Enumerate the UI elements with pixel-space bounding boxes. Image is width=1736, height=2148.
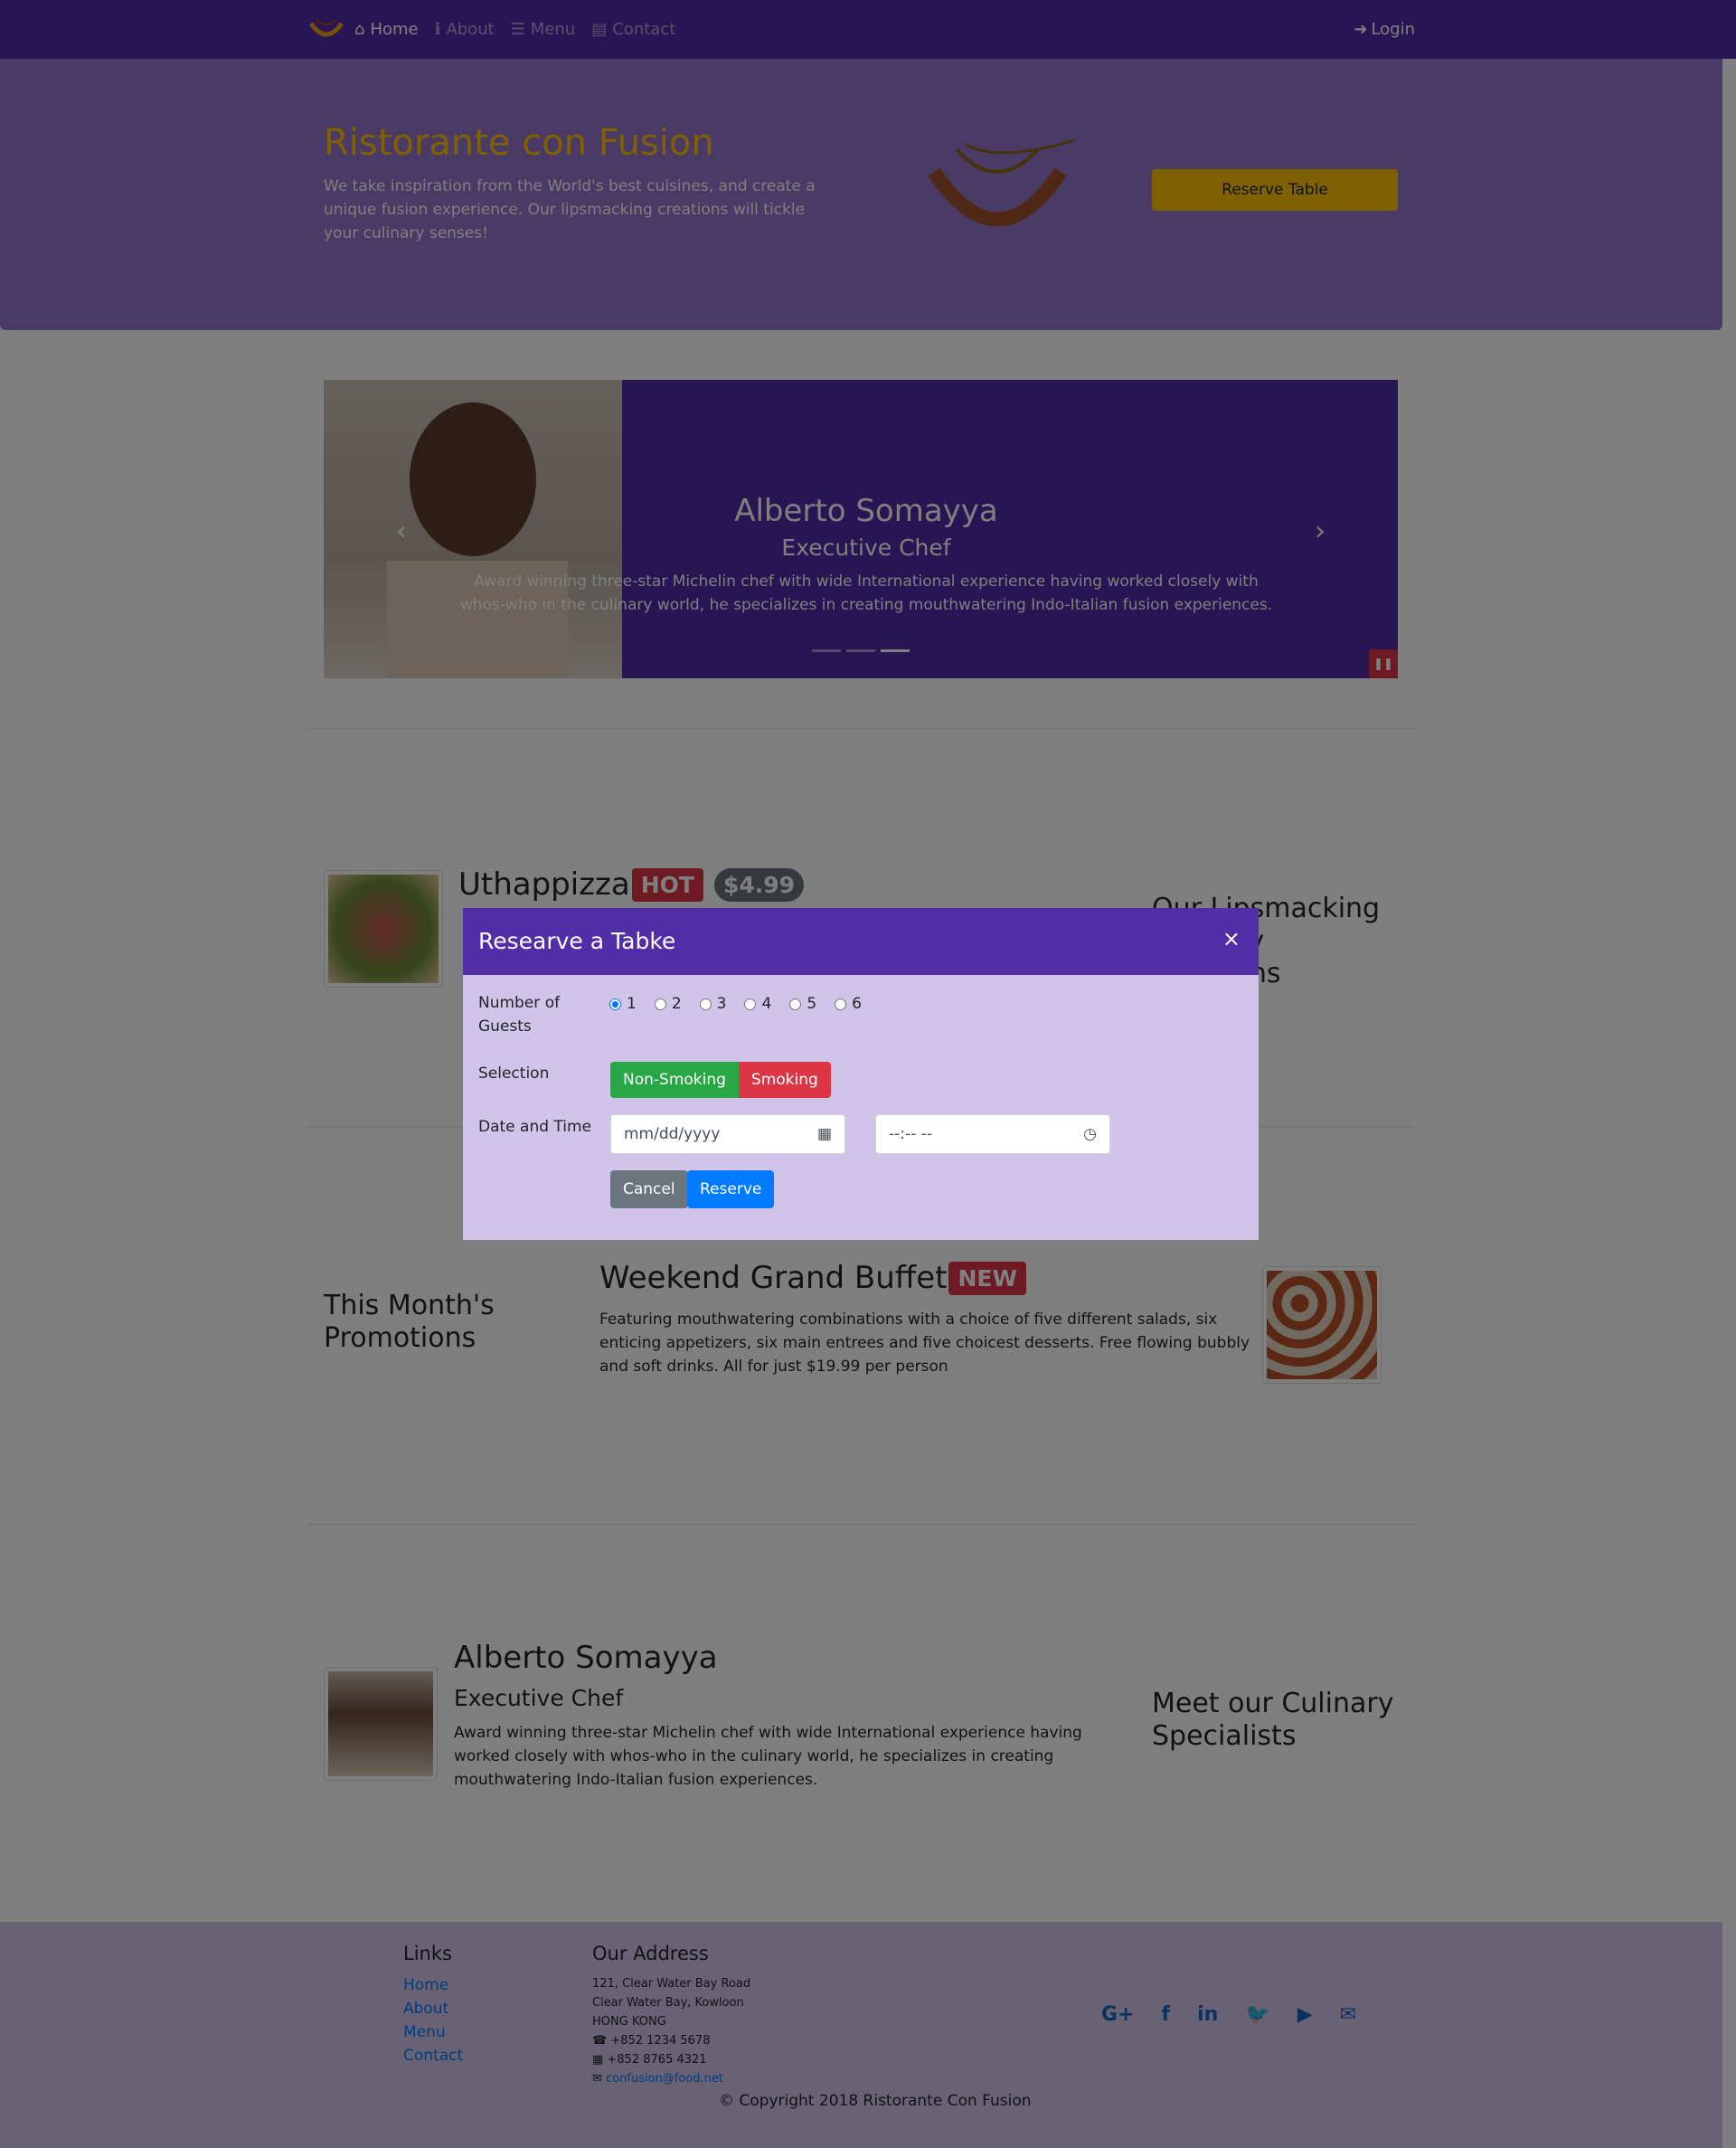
- guest-option-5[interactable]: 5: [789, 995, 816, 1013]
- selection-label: Selection: [478, 1065, 550, 1083]
- modal-title: Researve a Tabke: [478, 928, 676, 954]
- date-placeholder: mm/dd/yyyy: [624, 1125, 721, 1143]
- guest-option-4[interactable]: 4: [744, 995, 771, 1013]
- guest-option-3[interactable]: 3: [699, 995, 727, 1013]
- datetime-label: Date and Time: [478, 1118, 592, 1136]
- guest-option-label: 2: [671, 995, 682, 1013]
- guest-option-1[interactable]: 1: [609, 995, 637, 1013]
- guest-option-label: 5: [807, 995, 817, 1013]
- non-smoking-button[interactable]: Non-Smoking: [610, 1062, 739, 1098]
- guest-option-label: 6: [852, 995, 862, 1013]
- radio-button[interactable]: [835, 998, 847, 1010]
- smoking-toggle-group: Non-Smoking Smoking: [610, 1062, 831, 1098]
- close-icon[interactable]: ×: [1222, 926, 1241, 951]
- cancel-button[interactable]: Cancel: [610, 1170, 688, 1208]
- guest-option-2[interactable]: 2: [654, 995, 682, 1013]
- radio-button[interactable]: [654, 998, 666, 1010]
- guest-option-6[interactable]: 6: [835, 995, 862, 1013]
- radio-button[interactable]: [789, 998, 802, 1010]
- time-placeholder: --:-- --: [889, 1125, 932, 1143]
- reserve-button[interactable]: Reserve: [687, 1170, 775, 1208]
- guest-option-label: 3: [716, 995, 727, 1013]
- modal-header: Researve a Tabke ×: [463, 908, 1259, 975]
- calendar-icon[interactable]: ▦: [817, 1125, 832, 1143]
- clock-icon[interactable]: ◷: [1083, 1125, 1097, 1143]
- smoking-button[interactable]: Smoking: [738, 1062, 831, 1098]
- radio-button[interactable]: [744, 998, 757, 1010]
- guest-option-label: 4: [761, 995, 772, 1013]
- guests-radio-group: 1 2 3 4 5 6: [609, 995, 862, 1013]
- radio-button[interactable]: [609, 998, 621, 1010]
- reserve-modal: Researve a Tabke × Number of Guests 1 2 …: [463, 908, 1259, 1240]
- time-input[interactable]: --:-- -- ◷: [875, 1114, 1110, 1154]
- guest-option-label: 1: [627, 995, 637, 1013]
- date-input[interactable]: mm/dd/yyyy ▦: [610, 1114, 845, 1154]
- radio-button[interactable]: [699, 998, 712, 1010]
- guests-label: Number of Guests: [478, 994, 561, 1036]
